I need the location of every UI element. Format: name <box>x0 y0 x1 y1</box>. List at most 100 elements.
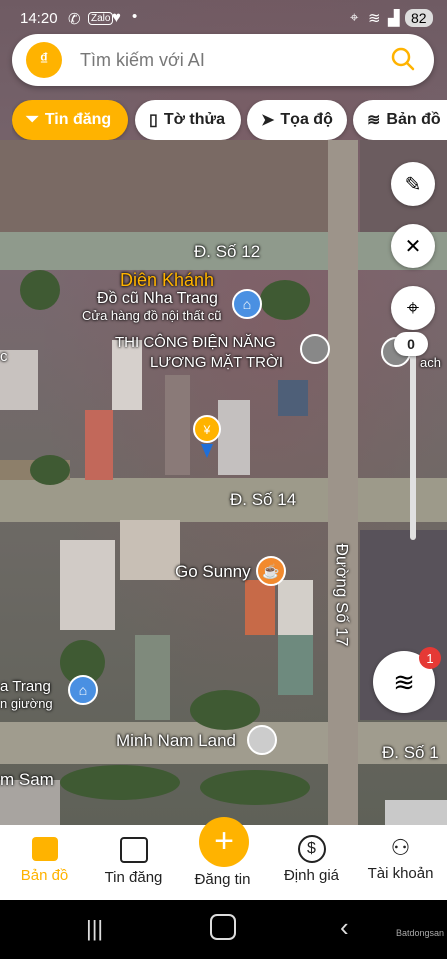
road-so17 <box>328 140 358 825</box>
filter-chips: ⏷ Tin đăng ▯ Tờ thửa ➤ Tọa độ ≋ Bản đồ <box>12 100 447 140</box>
map-layers-button[interactable]: ≋ 1 <box>373 647 441 713</box>
map-building <box>60 540 115 630</box>
nav-tin-dang[interactable]: Tin đăng <box>89 835 178 886</box>
place-pin-icon[interactable] <box>247 725 277 755</box>
chip-ban-do[interactable]: ≋ Bản đồ <box>353 100 447 140</box>
list-icon <box>119 837 148 863</box>
chip-label: Tọa độ <box>280 111 333 128</box>
street-label-so12: Đ. Số 12 <box>194 242 261 261</box>
map-building <box>218 400 250 475</box>
svg-text:¥: ¥ <box>203 423 211 437</box>
poi-label-nha-trang: a Trang <box>0 678 51 695</box>
chip-tin-dang[interactable]: ⏷ Tin đăng <box>12 100 128 140</box>
layers-badge: 1 <box>419 647 441 669</box>
chip-label: Tin đăng <box>44 111 112 128</box>
map-tree <box>20 270 60 310</box>
map-building <box>278 380 308 416</box>
opacity-slider[interactable]: 0 <box>394 332 428 540</box>
dollar-icon: $ <box>297 835 326 863</box>
map-building <box>385 800 447 825</box>
map-tree <box>200 770 310 805</box>
recent-apps-icon[interactable]: ||| <box>86 916 103 942</box>
measure-button[interactable]: ✕ <box>391 224 435 268</box>
map-block <box>0 140 328 232</box>
back-icon[interactable]: ‹ <box>340 912 349 943</box>
chip-toa-do[interactable]: ➤ Tọa độ <box>247 100 347 140</box>
poi-label-thi-cong: THI CÔNG ĐIỆN NĂNG <box>115 334 276 351</box>
my-location-button[interactable]: ⌖ <box>391 286 435 330</box>
nav-label: Đăng tin <box>194 871 251 888</box>
shop-pin-icon[interactable]: ⌂ <box>232 289 262 319</box>
search-input[interactable]: Tìm kiếm với AI <box>80 50 205 71</box>
street-label-so17: Đường Số 17 <box>332 543 352 647</box>
map-building <box>245 580 275 635</box>
nav-dinh-gia[interactable]: $ Định giá <box>267 835 356 884</box>
location-icon: ⌖ <box>350 9 359 26</box>
signal-icon: ▟ <box>388 10 400 27</box>
listing-marker-icon[interactable]: ¥ <box>192 414 222 460</box>
poi-label-dien-khanh: Diên Khánh <box>120 270 215 290</box>
ruler-icon: ✕ <box>404 235 422 258</box>
phone-icon: ✆ <box>68 11 81 28</box>
map-building <box>278 580 313 635</box>
edit-note-button[interactable]: ✎ <box>391 162 435 206</box>
map-building <box>278 635 313 695</box>
watermark-text: Batdongsan <box>396 928 445 938</box>
layers-icon: ≋ <box>367 112 381 129</box>
zalo-icon: Zalo <box>88 12 114 25</box>
map-building <box>135 635 170 720</box>
map-tree <box>260 280 310 320</box>
filter-icon: ⏷ <box>26 111 39 128</box>
map-columns-icon <box>31 837 58 861</box>
slider-track <box>410 338 416 540</box>
shop-pin-icon[interactable]: ⌂ <box>68 675 98 705</box>
nav-tai-khoan[interactable]: ⚇ Tài khoản <box>356 835 445 882</box>
plus-icon: + <box>199 817 249 867</box>
nav-label: Bản đồ <box>20 867 69 884</box>
poi-label-thi-cong-2: LƯƠNG MẶT TRỜI <box>150 354 283 371</box>
place-pin-icon[interactable] <box>300 334 330 364</box>
street-label-so1: Đ. Số 1 <box>382 743 439 762</box>
road-so14 <box>0 478 447 522</box>
heart-icon: ♥ <box>112 9 121 26</box>
cafe-pin-icon[interactable]: ☕ <box>256 556 286 586</box>
slider-thumb[interactable]: 0 <box>394 332 428 356</box>
status-bar: 14:20 ✆ Zalo ♥ • ⌖ ≋ ▟ 82 <box>0 0 447 38</box>
map-tree <box>30 455 70 485</box>
map-tree <box>190 690 260 730</box>
street-label-so14: Đ. Số 14 <box>230 490 297 509</box>
crosshair-icon: ⌖ <box>406 295 420 320</box>
search-bar[interactable]: ₫ Tìm kiếm với AI <box>12 34 434 86</box>
poi-label-ach: ach <box>420 355 441 370</box>
dot-icon: • <box>132 8 138 25</box>
map-icon: ▯ <box>149 112 158 129</box>
battery-icon: 82 <box>405 9 433 27</box>
chip-label: Bản đồ <box>386 111 441 128</box>
poi-label-c: c <box>0 348 8 365</box>
search-icon[interactable] <box>390 46 416 77</box>
map-building <box>85 410 113 480</box>
nav-label: Tài khoản <box>367 865 434 882</box>
navigation-icon: ➤ <box>261 112 275 129</box>
poi-label-minh-nam: Minh Nam Land <box>116 731 237 750</box>
map-building <box>165 375 190 475</box>
map-building <box>120 520 180 580</box>
bottom-nav: Bản đồ Tin đăng + Đăng tin $ Định giá ⚇ … <box>0 817 447 900</box>
chip-to-thua[interactable]: ▯ Tờ thửa <box>135 100 241 140</box>
ai-logo-icon: ₫ <box>26 42 62 78</box>
nav-label: Định giá <box>283 867 340 884</box>
home-icon[interactable] <box>210 914 236 940</box>
wifi-icon: ≋ <box>368 10 381 27</box>
layers-icon: ≋ <box>393 666 415 697</box>
nav-label: Tin đăng <box>104 869 163 886</box>
map-tree <box>60 765 180 800</box>
poi-label-go-sunny: Go Sunny <box>175 562 251 581</box>
system-nav-bar: ||| ‹ Batdongsan <box>0 900 447 959</box>
poi-label-do-cu: Đồ cũ Nha Trang <box>97 290 218 307</box>
nav-ban-do[interactable]: Bản đồ <box>0 835 89 884</box>
user-icon: ⚇ <box>390 835 411 860</box>
poi-label-giuong: n giường <box>0 696 53 711</box>
status-time: 14:20 <box>20 10 58 27</box>
chip-label: Tờ thửa <box>163 111 225 128</box>
poi-label-m-sam: m Sam <box>0 770 54 789</box>
